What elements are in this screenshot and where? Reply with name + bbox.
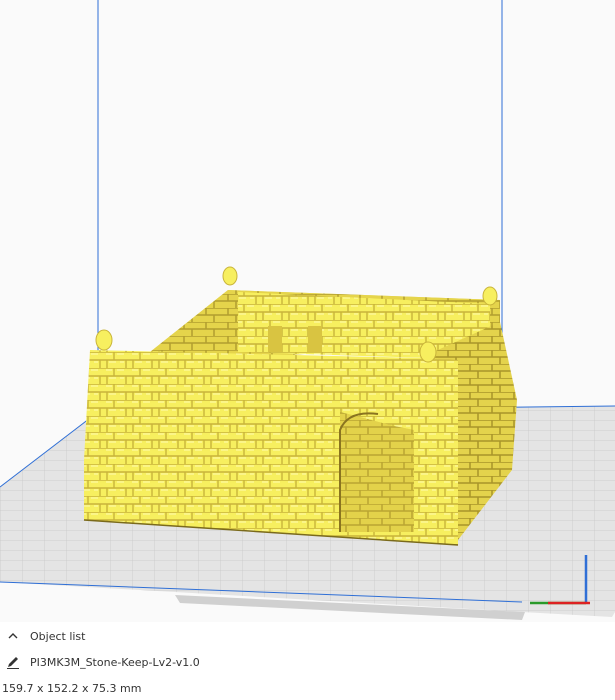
object-name-row[interactable]: PI3MK3M_Stone-Keep-Lv2-v1.0 [0,652,200,672]
scene [0,0,615,620]
object-name: PI3MK3M_Stone-Keep-Lv2-v1.0 [30,655,200,669]
object-list-toggle[interactable]: Object list [0,626,85,646]
object-dimensions: 159.7 x 152.2 x 75.3 mm [2,681,142,695]
object-list-label: Object list [30,629,86,643]
chevron-up-icon [6,629,20,643]
model-stone-keep[interactable] [83,266,517,546]
3d-viewport[interactable] [0,0,615,622]
pencil-icon[interactable] [6,655,20,669]
object-panel: Object list PI3MK3M_Stone-Keep-Lv2-v1.0 … [0,622,615,700]
object-dimensions-row: 159.7 x 152.2 x 75.3 mm [0,678,141,698]
